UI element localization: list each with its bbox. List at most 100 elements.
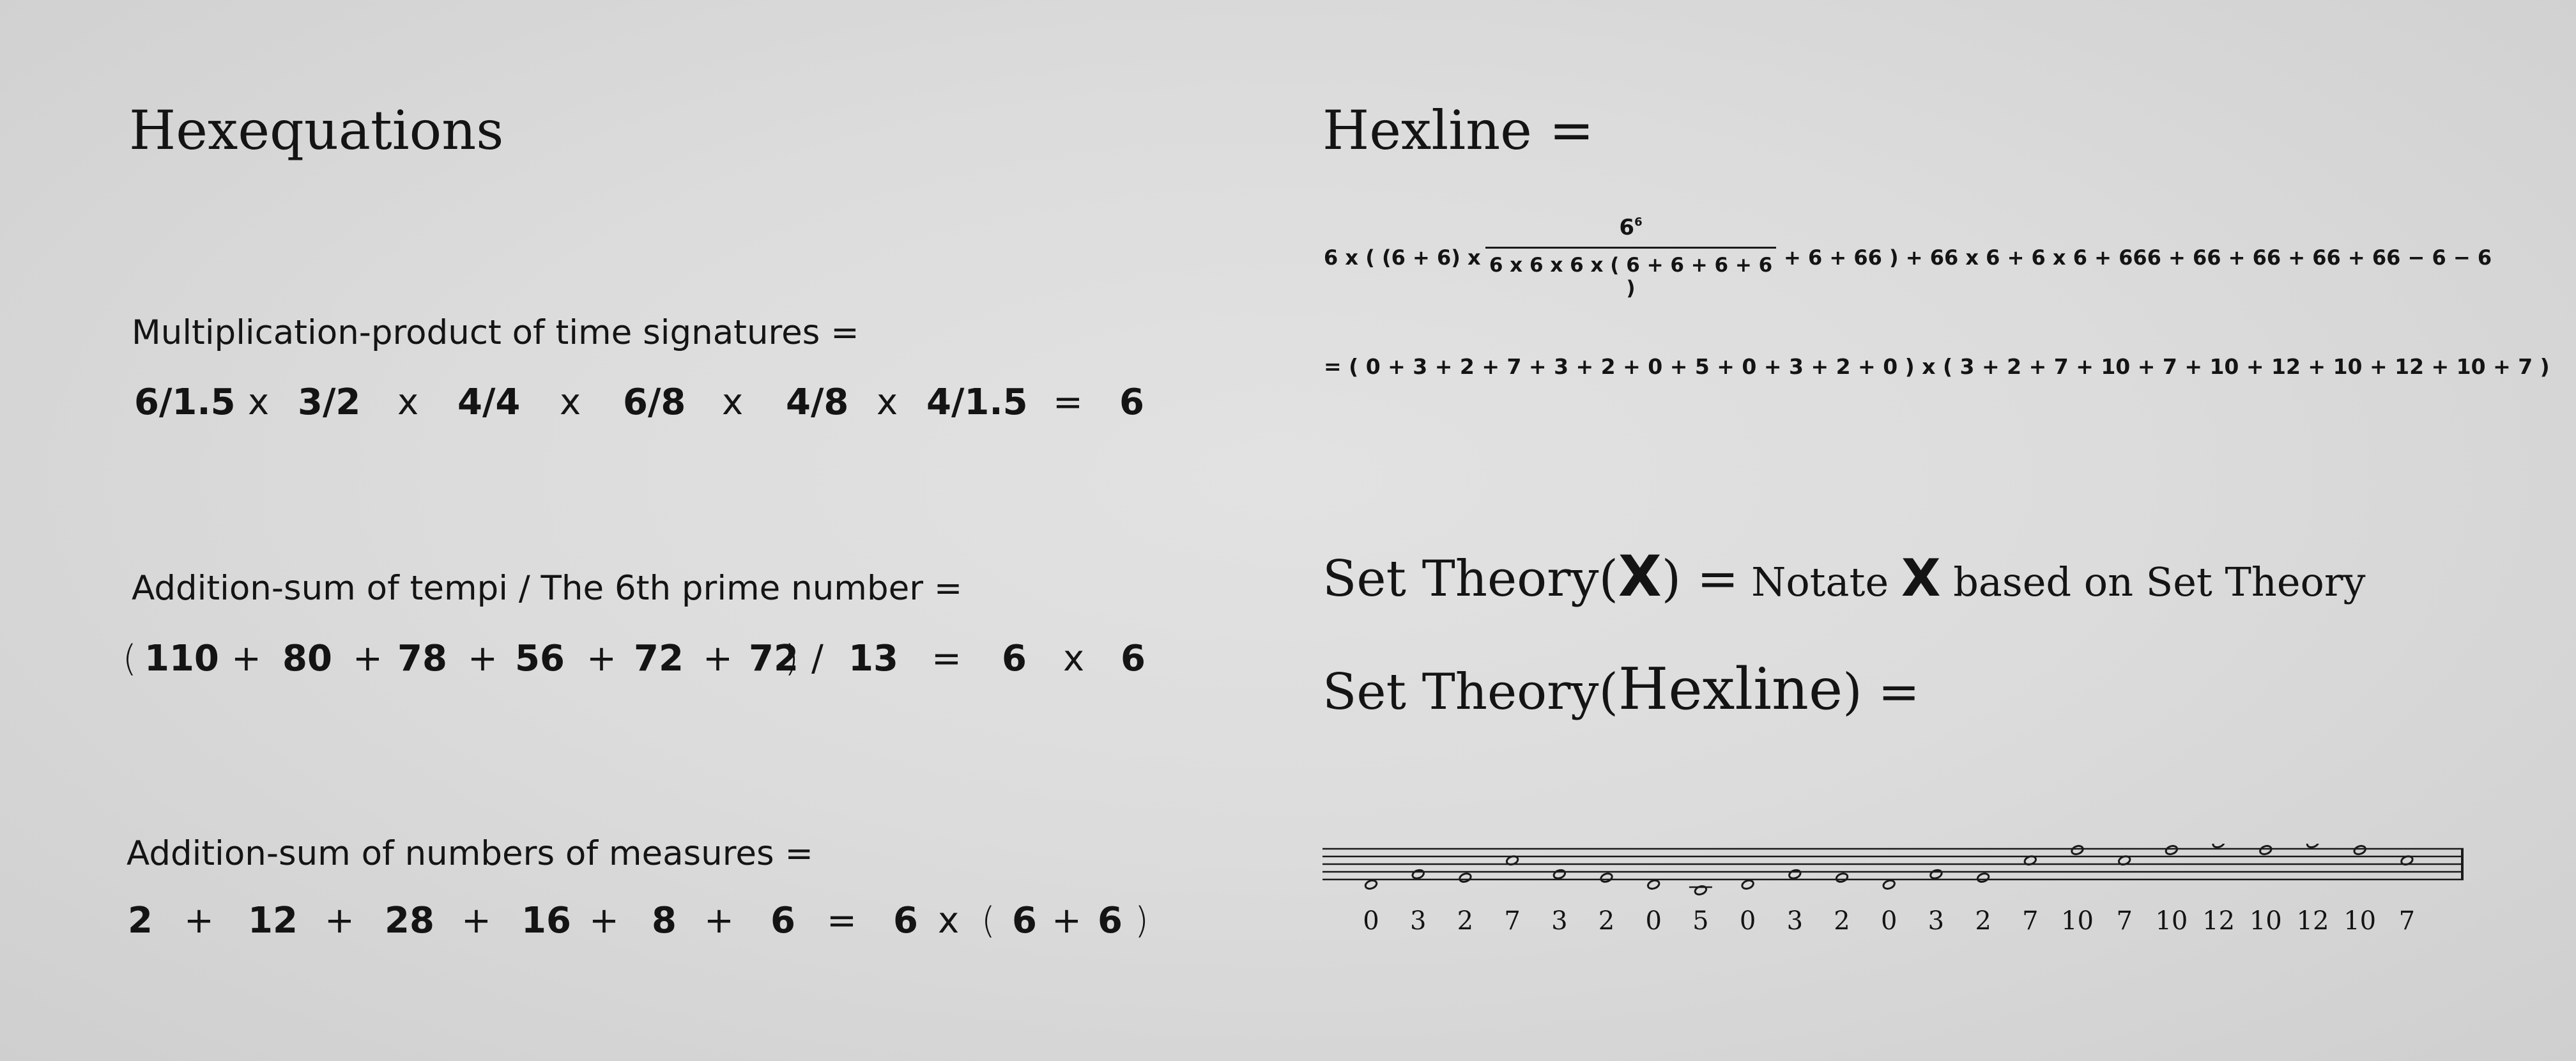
eq1-token: 4/8 <box>786 382 849 423</box>
staff-number: 10 <box>2343 906 2377 936</box>
numerator-base: 6 <box>1619 215 1635 240</box>
eq2-token: 72 <box>634 638 684 679</box>
staff-number: 10 <box>2155 906 2188 936</box>
eq1-token: 6/8 <box>623 382 686 423</box>
staff-number: 7 <box>2022 906 2039 936</box>
hexequations-title: Hexequations <box>129 99 504 162</box>
whole-note <box>1882 879 1896 890</box>
eq1-token: 3/2 <box>298 382 361 423</box>
eq2-token: 110 <box>144 638 219 679</box>
eq1-token: x <box>248 382 270 423</box>
eq1-token: 4/1.5 <box>926 382 1028 423</box>
eq2-token: 13 <box>848 638 898 679</box>
whole-note <box>2353 845 2366 855</box>
set-theory-close: ) = <box>1843 663 1920 721</box>
whole-note <box>1364 879 1378 890</box>
staff-number: 2 <box>1457 906 1474 936</box>
set-theory-desc-a: Notate <box>1738 559 1901 605</box>
staff-number: 3 <box>1928 906 1945 936</box>
fraction-bar <box>1485 247 1776 249</box>
eq2-token: ) <box>785 638 799 679</box>
whole-note <box>1835 872 1849 883</box>
staff-number: 2 <box>1834 906 1850 936</box>
eq2-token: + <box>353 638 383 679</box>
staff-number: 12 <box>2202 906 2235 936</box>
whole-note <box>1459 872 1472 883</box>
whole-note <box>1646 879 1660 890</box>
whole-note <box>2071 845 2084 855</box>
set-theory-arg: Hexline <box>1618 656 1843 723</box>
eq1-token: x <box>560 382 581 423</box>
eq2-token: 56 <box>515 638 565 679</box>
eq1-token: x <box>877 382 898 423</box>
staff-number: 0 <box>1645 906 1662 936</box>
set-theory-close: ) = <box>1661 550 1739 608</box>
set-theory-head: Set Theory( <box>1322 663 1618 721</box>
whole-note <box>1600 872 1613 883</box>
staff-number: 2 <box>1975 906 1991 936</box>
eq2-token: 6 <box>1002 638 1027 679</box>
whole-note <box>1552 869 1567 879</box>
eq2-token: / <box>811 638 824 679</box>
eq2-token: + <box>468 638 498 679</box>
numerator-exponent: 6 <box>1634 215 1643 229</box>
staff-number: 7 <box>2116 906 2133 936</box>
whole-note <box>1411 869 1425 879</box>
whole-note <box>1929 869 1943 879</box>
staff-lines <box>1322 848 2464 881</box>
hexline-prefix: 6 x ( (6 + 6) x <box>1324 245 1481 270</box>
eq1-token: 6 <box>1119 382 1144 423</box>
set-theory-var: X <box>1618 543 1662 609</box>
eq1-caption: Multiplication-product of time signature… <box>132 313 859 352</box>
eq2-token: 6 <box>1121 638 1146 679</box>
eq2-token: 78 <box>397 638 447 679</box>
staff-number: 7 <box>1504 906 1521 936</box>
fraction-numerator: 66 <box>1485 215 1776 240</box>
whole-note <box>1976 872 1990 883</box>
eq1-token: x <box>397 382 419 423</box>
staff-number: 0 <box>1739 906 1756 936</box>
hexline-fraction: 66 6 x 6 x 6 x ( 6 + 6 + 6 + 6 ) <box>1485 215 1776 300</box>
eq2-token: x <box>1063 638 1085 679</box>
whole-note <box>1788 869 1802 879</box>
eq2-token: + <box>586 638 617 679</box>
eq1-token: = <box>1053 382 1083 423</box>
eq3-caption: Addition-sum of numbers of measures = <box>126 834 813 873</box>
eq2-token: 80 <box>282 638 332 679</box>
staff-number: 3 <box>1551 906 1568 936</box>
whole-note <box>2212 844 2225 849</box>
eq2-token: ( <box>123 638 137 679</box>
whole-note <box>2259 845 2273 855</box>
staff-number: 0 <box>1880 906 1897 936</box>
set-theory-hexline: Set Theory(Hexline) = <box>1322 656 1920 723</box>
set-theory-head: Set Theory( <box>1322 550 1618 608</box>
set-theory-definition: Set Theory(X) = Notate X based on Set Th… <box>1322 543 2366 609</box>
hexline-title: Hexline = <box>1322 99 1594 162</box>
staff-number: 0 <box>1363 906 1379 936</box>
staff-notes <box>1364 844 2414 895</box>
staff-number: 5 <box>1692 906 1709 936</box>
staff-number: 12 <box>2296 906 2329 936</box>
eq2-token: = <box>931 638 962 679</box>
staff-number-row: 0 3 2 7 3 2 0 5 0 3 2 0 3 2 7 10 7 10 12 10 12 10 7 <box>0 906 2576 945</box>
eq1-token: x <box>722 382 744 423</box>
staff-number: 7 <box>2398 906 2416 936</box>
staff-number: 10 <box>2061 906 2094 936</box>
eq2-token: + <box>703 638 733 679</box>
hexline-suffix: + 6 + 66 ) + 66 x 6 + 6 x 6 + 666 + 66 +… <box>1784 245 2492 270</box>
eq1-token: 6/1.5 <box>134 382 236 423</box>
hexline-expansion: = ( 0 + 3 + 2 + 7 + 3 + 2 + 0 + 5 + 0 + … <box>1324 354 2550 379</box>
whole-note <box>2165 845 2179 855</box>
staff-number: 3 <box>1786 906 1804 936</box>
music-staff <box>1322 844 2464 895</box>
staff-number: 2 <box>1598 906 1615 936</box>
eq1-token: 4/4 <box>457 382 521 423</box>
eq2-token: + <box>231 638 261 679</box>
staff-number: 10 <box>2249 906 2282 936</box>
whole-note <box>1741 879 1754 890</box>
set-theory-desc-b: based on Set Theory <box>1940 559 2366 605</box>
eq2-caption: Addition-sum of tempi / The 6th prime nu… <box>132 569 963 608</box>
fraction-denominator: 6 x 6 x 6 x ( 6 + 6 + 6 + 6 ) <box>1489 254 1773 300</box>
staff-number: 3 <box>1409 906 1427 936</box>
set-theory-desc-var: X <box>1901 548 1941 608</box>
